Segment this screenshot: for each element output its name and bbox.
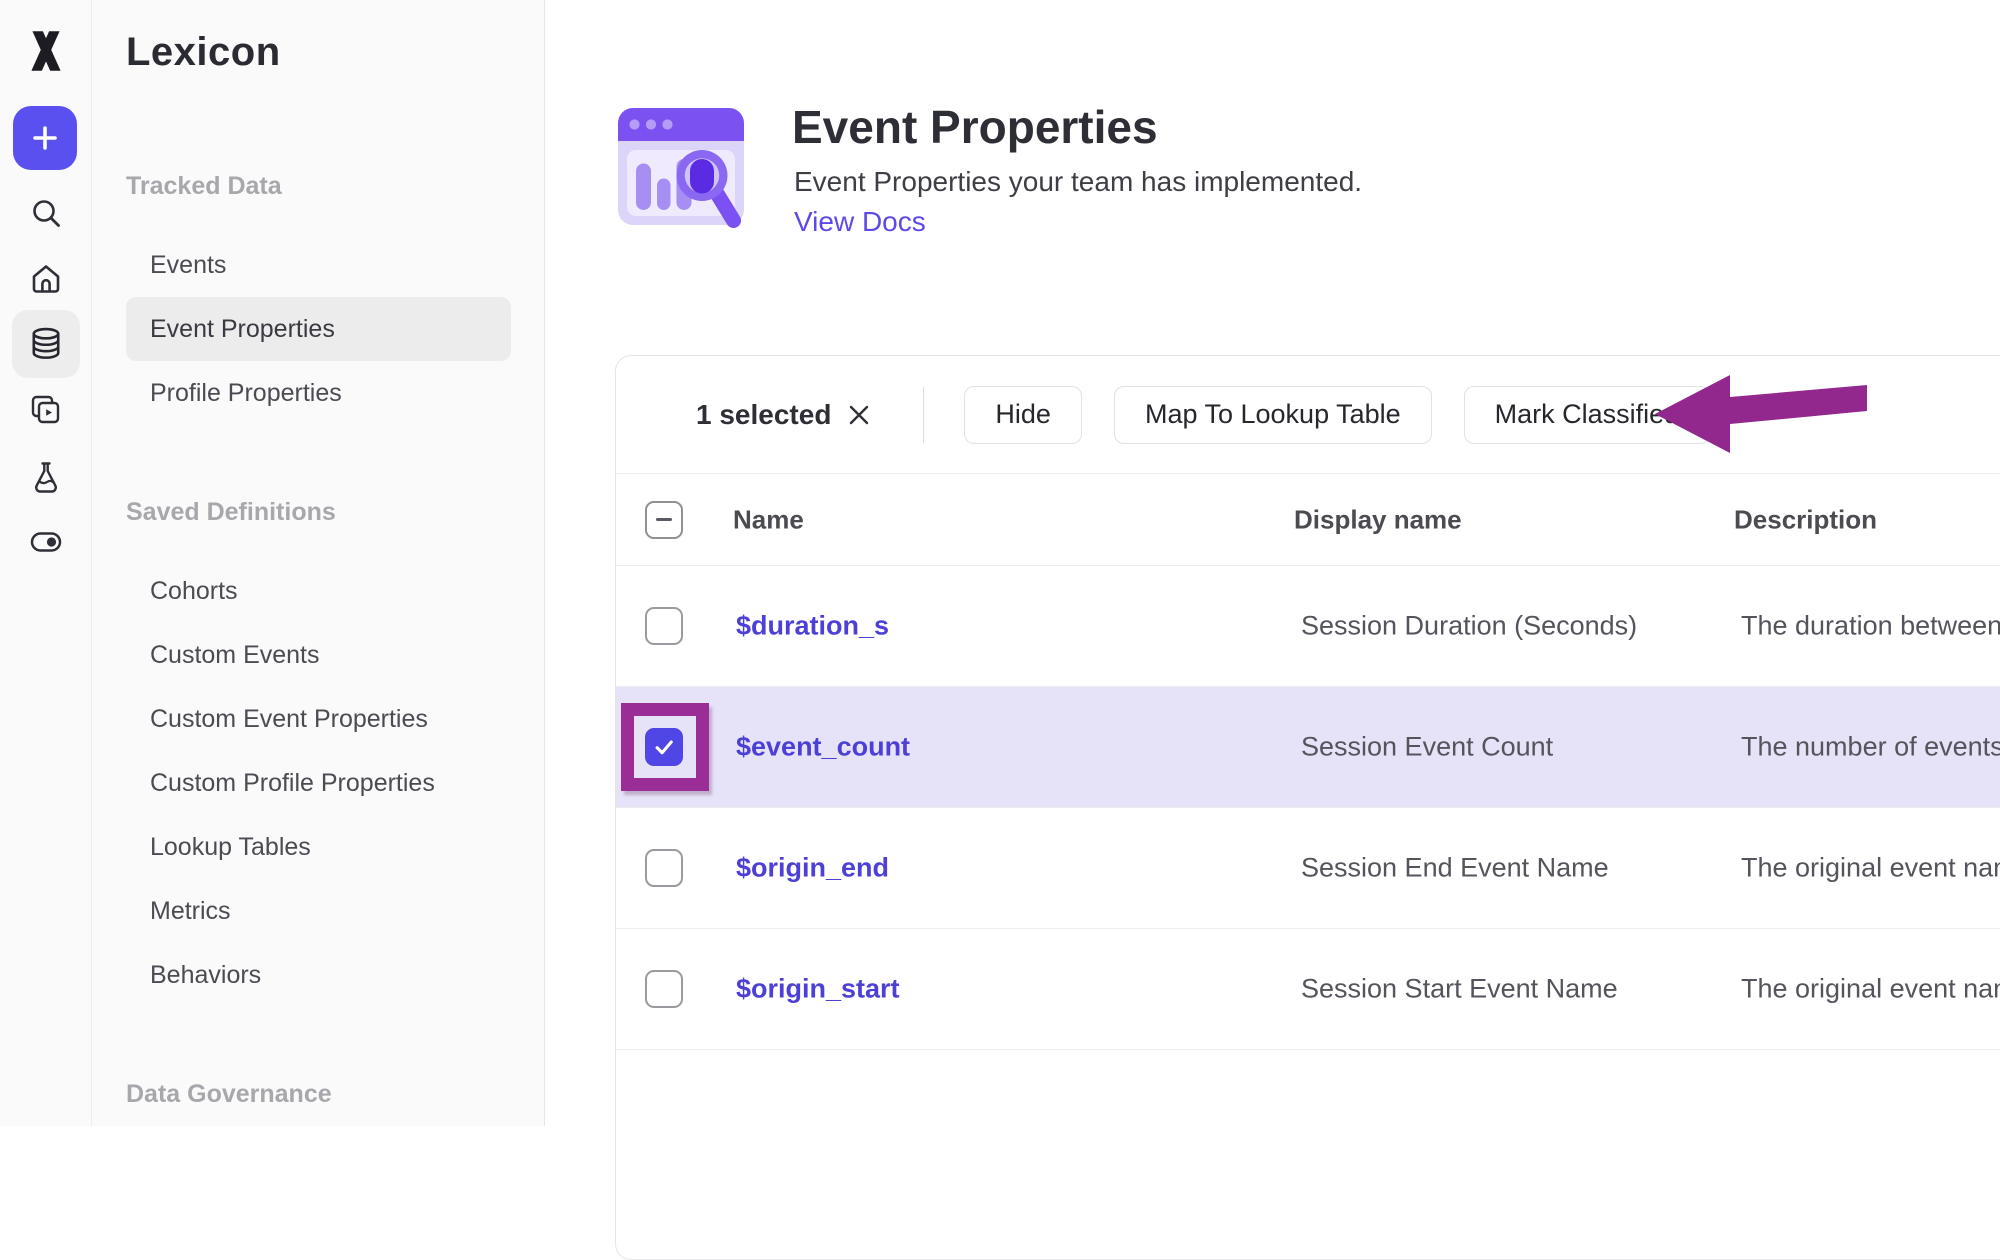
map-to-lookup-table-button[interactable]: Map To Lookup Table <box>1114 386 1432 444</box>
hide-button[interactable]: Hide <box>964 386 1082 444</box>
row-checkbox[interactable] <box>645 849 683 887</box>
data-management-icon[interactable] <box>28 326 64 362</box>
description-cell: The duration between <box>1741 611 2000 642</box>
icon-rail <box>0 0 92 1126</box>
mixpanel-logo-icon[interactable] <box>21 26 71 76</box>
column-header-description: Description <box>1734 504 1877 535</box>
boards-icon[interactable] <box>29 393 63 427</box>
toolbar-divider <box>923 387 924 443</box>
sidebar-item-metrics[interactable]: Metrics <box>126 879 511 943</box>
description-cell: The number of events <box>1741 732 2000 763</box>
feature-flags-toggle-icon[interactable] <box>29 525 63 559</box>
display-name-cell: Session Event Count <box>1301 732 1553 763</box>
sidebar-item-behaviors[interactable]: Behaviors <box>126 943 511 1007</box>
event-properties-table-card: 1 selected Hide Map To Lookup Table Mark… <box>615 355 2000 1260</box>
lexicon-sidebar: Lexicon Tracked Data Events Event Proper… <box>92 0 545 1126</box>
display-name-cell: Session Start Event Name <box>1301 974 1618 1005</box>
clear-selection-icon[interactable] <box>847 403 871 427</box>
sidebar-title: Lexicon <box>126 30 544 75</box>
sidebar-item-cohorts[interactable]: Cohorts <box>126 559 511 623</box>
selection-toolbar: 1 selected Hide Map To Lookup Table Mark… <box>616 356 2000 474</box>
table-row-duration-s[interactable]: $duration_s Session Duration (Seconds) T… <box>616 566 2000 687</box>
description-cell: The original event name <box>1741 974 2000 1005</box>
sidebar-item-lookup-tables[interactable]: Lookup Tables <box>126 815 511 879</box>
table-row-event-count[interactable]: $event_count Session Event Count The num… <box>616 687 2000 808</box>
experiments-flask-icon[interactable] <box>29 459 63 493</box>
section-label-saved-definitions: Saved Definitions <box>126 485 544 539</box>
event-properties-illustration-icon <box>609 93 753 237</box>
row-checkbox[interactable] <box>645 970 683 1008</box>
row-checkbox-checked[interactable] <box>645 728 683 766</box>
search-icon[interactable] <box>29 196 63 230</box>
page-title: Event Properties <box>792 100 1158 154</box>
selected-count-label: 1 selected <box>696 399 831 431</box>
mark-classified-button[interactable]: Mark Classified <box>1464 386 1711 444</box>
section-label-tracked-data: Tracked Data <box>126 159 544 213</box>
sidebar-item-event-properties[interactable]: Event Properties <box>126 297 511 361</box>
display-name-cell: Session End Event Name <box>1301 853 1609 884</box>
sidebar-item-events[interactable]: Events <box>126 233 511 297</box>
sidebar-item-custom-events[interactable]: Custom Events <box>126 623 511 687</box>
section-label-data-governance: Data Governance <box>126 1067 544 1121</box>
sidebar-item-custom-event-properties[interactable]: Custom Event Properties <box>126 687 511 751</box>
home-icon[interactable] <box>29 262 63 296</box>
table-row-origin-end[interactable]: $origin_end Session End Event Name The o… <box>616 808 2000 929</box>
check-icon <box>651 734 677 760</box>
plus-icon <box>29 122 61 154</box>
view-docs-link[interactable]: View Docs <box>794 206 926 238</box>
property-name-link[interactable]: $origin_start <box>736 974 900 1005</box>
table-row-origin-start[interactable]: $origin_start Session Start Event Name T… <box>616 929 2000 1050</box>
select-all-checkbox[interactable] <box>645 501 683 539</box>
column-header-name: Name <box>733 504 804 535</box>
sidebar-item-custom-profile-properties[interactable]: Custom Profile Properties <box>126 751 511 815</box>
display-name-cell: Session Duration (Seconds) <box>1301 611 1637 642</box>
property-name-link[interactable]: $duration_s <box>736 611 889 642</box>
table-header-row: Name Display name Description <box>616 474 2000 566</box>
column-header-display-name: Display name <box>1294 504 1462 535</box>
page-subtitle: Event Properties your team has implement… <box>794 166 1362 198</box>
row-checkbox[interactable] <box>645 607 683 645</box>
description-cell: The original event name <box>1741 853 2000 884</box>
sidebar-rail-active-pill <box>12 310 80 378</box>
property-name-link[interactable]: $origin_end <box>736 853 889 884</box>
sidebar-item-profile-properties[interactable]: Profile Properties <box>126 361 511 425</box>
property-name-link[interactable]: $event_count <box>736 732 910 763</box>
create-plus-button[interactable] <box>13 106 77 170</box>
